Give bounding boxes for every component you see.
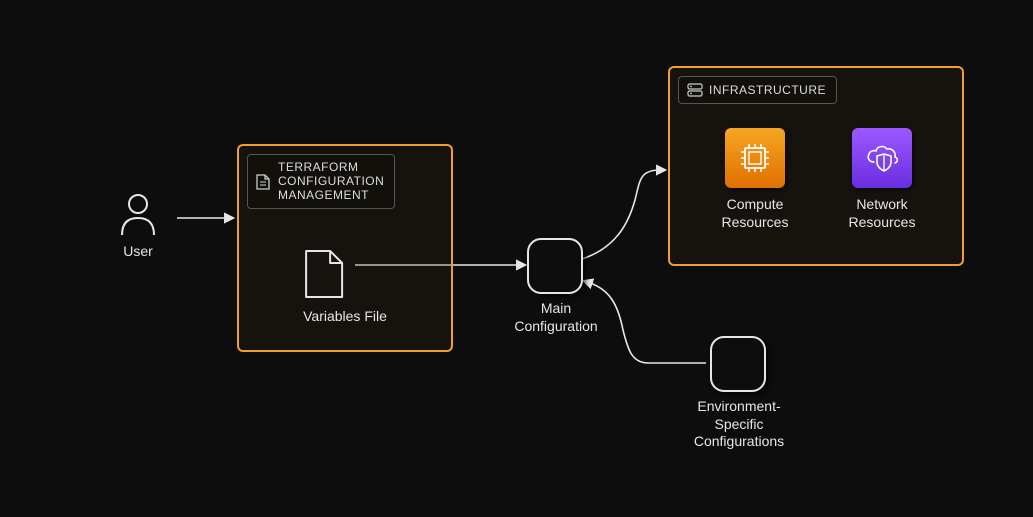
compute-resources-node: Compute Resources	[710, 128, 800, 231]
env-specific-label: Environment- Specific Configurations	[686, 398, 792, 451]
infrastructure-group: INFRASTRUCTURE Compute Reso	[668, 66, 964, 266]
variables-file-label: Variables File	[303, 308, 387, 326]
main-config-label: Main Configuration	[507, 300, 605, 335]
network-resources-label: Network Resources	[836, 196, 928, 231]
compute-icon	[725, 128, 785, 188]
main-config-node	[527, 238, 583, 294]
server-icon	[687, 83, 703, 97]
file-icon	[303, 248, 345, 300]
user-icon	[120, 193, 156, 237]
variables-file-node: Variables File	[303, 248, 387, 326]
terraform-group-title-text: TERRAFORM CONFIGURATION MANAGEMENT	[278, 161, 384, 202]
terraform-group-title: TERRAFORM CONFIGURATION MANAGEMENT	[247, 154, 395, 209]
user-label: User	[120, 243, 156, 261]
env-specific-node	[710, 336, 766, 392]
terraform-config-group: TERRAFORM CONFIGURATION MANAGEMENT Varia…	[237, 144, 453, 352]
infrastructure-group-title-text: INFRASTRUCTURE	[709, 83, 826, 97]
network-icon	[852, 128, 912, 188]
network-resources-node: Network Resources	[836, 128, 928, 231]
infrastructure-group-title: INFRASTRUCTURE	[678, 76, 837, 104]
user-node: User	[120, 193, 156, 261]
document-icon	[256, 174, 270, 190]
compute-resources-label: Compute Resources	[710, 196, 800, 231]
